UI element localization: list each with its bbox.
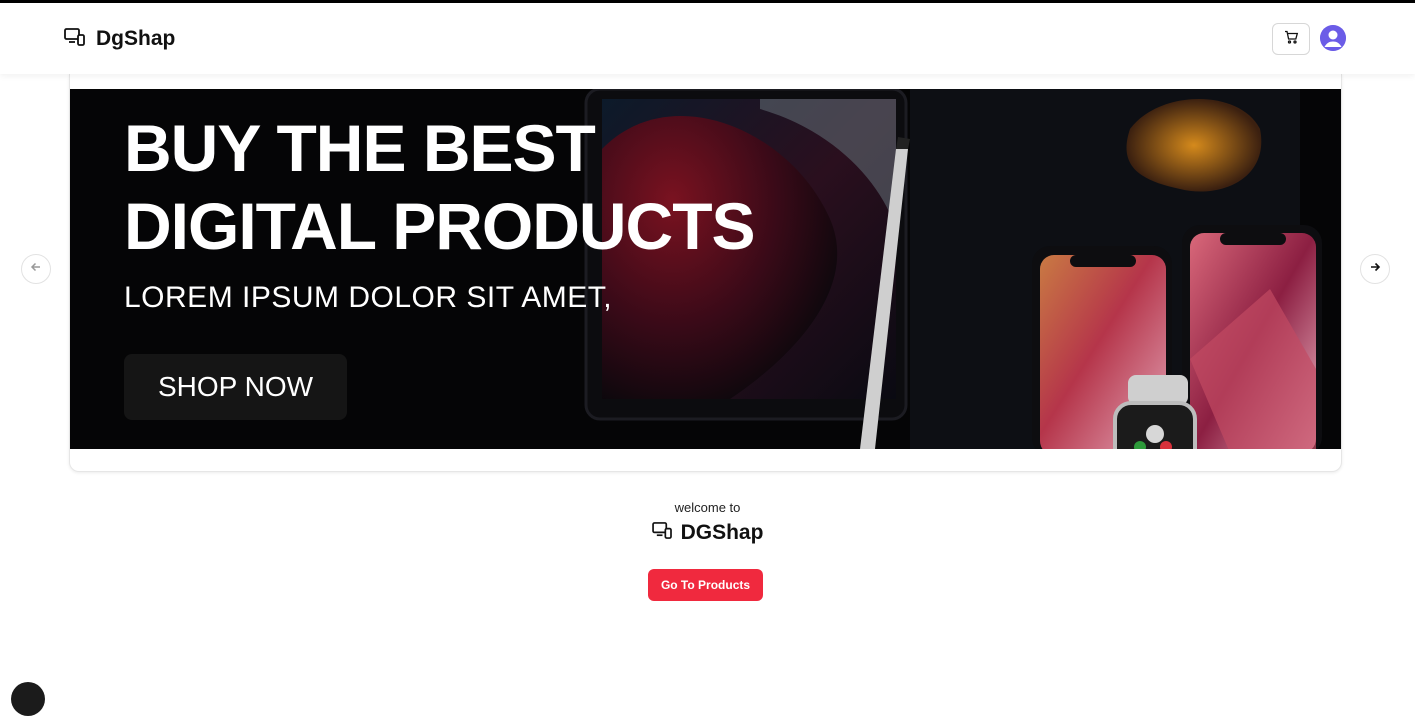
brand-name: DgShap <box>96 27 176 50</box>
carousel-prev-button[interactable] <box>21 254 51 284</box>
cart-button[interactable] <box>1272 23 1310 55</box>
floating-action-button[interactable] <box>11 682 45 716</box>
hero-title-line-2: DIGITAL PRODUCTS <box>124 189 756 263</box>
user-avatar-icon <box>1320 25 1346 51</box>
arrow-right-icon <box>1369 260 1381 278</box>
hero-slide: BUY THE BEST DIGITAL PRODUCTS LOREM IPSU… <box>70 89 1341 449</box>
devices-icon <box>64 27 86 51</box>
go-to-products-button[interactable]: Go To Products <box>648 569 763 601</box>
cart-icon <box>1284 30 1299 49</box>
hero-subtitle: LOREM IPSUM DOLOR SIT AMET, <box>124 281 613 314</box>
welcome-brand-name: DGShap <box>680 521 764 544</box>
user-avatar[interactable] <box>1320 25 1346 51</box>
arrow-left-icon <box>30 260 42 278</box>
welcome-brand: DGShap <box>0 521 1415 545</box>
devices-icon <box>651 522 673 544</box>
brand-link[interactable]: DgShap <box>64 27 175 51</box>
hero-title: BUY THE BEST DIGITAL PRODUCTS <box>124 109 844 265</box>
shop-now-button[interactable]: SHOP NOW <box>124 354 347 420</box>
navbar: DgShap <box>0 3 1415 74</box>
welcome-label: welcome to <box>674 500 741 515</box>
carousel-next-button[interactable] <box>1360 254 1390 284</box>
hero-title-line-1: BUY THE BEST <box>124 111 596 185</box>
